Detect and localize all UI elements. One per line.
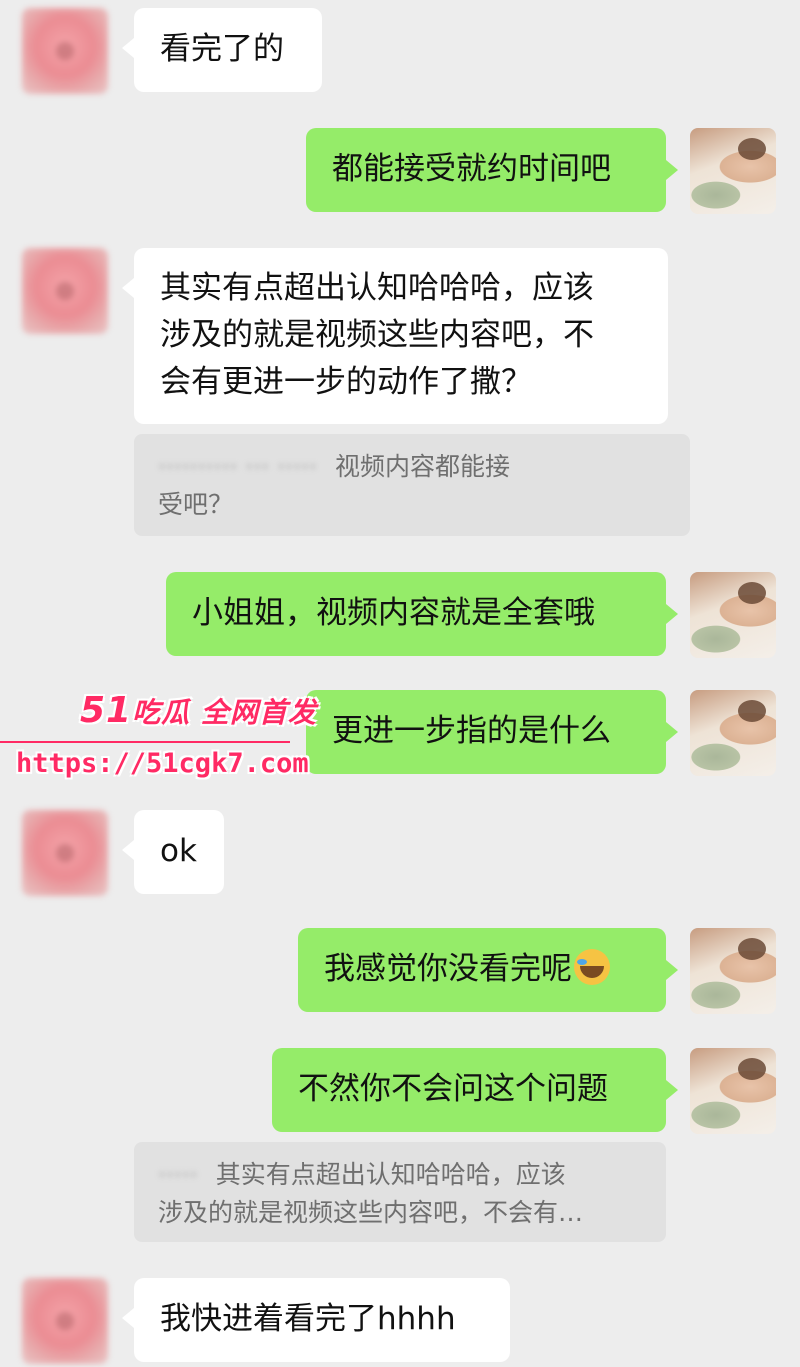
my-avatar[interactable] [690, 1048, 776, 1134]
contact-avatar[interactable] [22, 248, 108, 334]
my-avatar[interactable] [690, 928, 776, 1014]
watermark-brand: 51吃瓜 全网首发 [80, 690, 317, 731]
message-text: 看完了的 [160, 31, 284, 67]
contact-avatar[interactable] [22, 810, 108, 896]
my-avatar[interactable] [690, 572, 776, 658]
message-bubble-outgoing[interactable]: 都能接受就约时间吧 [306, 128, 678, 212]
message-bubble-outgoing[interactable]: 更进一步指的是什么 [306, 690, 678, 774]
message-text: 更进一步指的是什么 [332, 713, 611, 749]
watermark-divider [0, 741, 290, 743]
message-text: 会有更进一步的动作了撒？ [160, 364, 532, 400]
message-bubble-incoming[interactable]: 其实有点超出认知哈哈哈，应该 涉及的就是视频这些内容吧，不 会有更进一步的动作了… [122, 248, 668, 424]
message-text: 涉及的就是视频这些内容吧，不 [160, 317, 594, 353]
watermark-url: https://51cgk7.com [16, 748, 309, 779]
message-bubble-outgoing[interactable]: 不然你不会问这个问题 [272, 1048, 678, 1132]
my-avatar[interactable] [690, 128, 776, 214]
message-bubble-incoming[interactable]: 看完了的 [122, 8, 322, 92]
quote-text: 涉及的就是视频这些内容吧，不会有… [158, 1198, 584, 1227]
message-text: 小姐姐，视频内容就是全套哦 [192, 595, 595, 631]
quoted-message[interactable]: ·········· ··· ····· 视频内容都能接 受吧？ [134, 434, 690, 536]
message-text: 都能接受就约时间吧 [332, 151, 611, 187]
quote-text: 受吧？ [158, 490, 234, 519]
quote-text: 视频内容都能接 [334, 452, 510, 481]
message-text: 我快进着看完了hhhh [160, 1301, 456, 1337]
quote-sender-blurred: ····· [158, 1160, 198, 1189]
quote-text: 其实有点超出认知哈哈哈，应该 [215, 1160, 566, 1189]
watermark: 51吃瓜 全网首发 https://51cgk7.com [0, 690, 316, 790]
message-text: 不然你不会问这个问题 [298, 1071, 608, 1107]
message-bubble-outgoing[interactable]: 小姐姐，视频内容就是全套哦 [166, 572, 678, 656]
my-avatar[interactable] [690, 690, 776, 776]
contact-avatar[interactable] [22, 8, 108, 94]
message-bubble-incoming[interactable]: 我快进着看完了hhhh [122, 1278, 510, 1362]
contact-avatar[interactable] [22, 1278, 108, 1364]
quoted-message[interactable]: ····· 其实有点超出认知哈哈哈，应该 涉及的就是视频这些内容吧，不会有… [134, 1142, 666, 1242]
message-text: 其实有点超出认知哈哈哈，应该 [160, 270, 594, 306]
face-with-tears-of-joy-icon [574, 949, 610, 985]
message-text: 我感觉你没看完呢 [324, 951, 572, 987]
message-text: ok [160, 833, 197, 869]
message-bubble-incoming[interactable]: ok [122, 810, 224, 894]
quote-sender-blurred: ·········· ··· ····· [158, 452, 317, 481]
message-bubble-outgoing[interactable]: 我感觉你没看完呢 [298, 928, 678, 1012]
